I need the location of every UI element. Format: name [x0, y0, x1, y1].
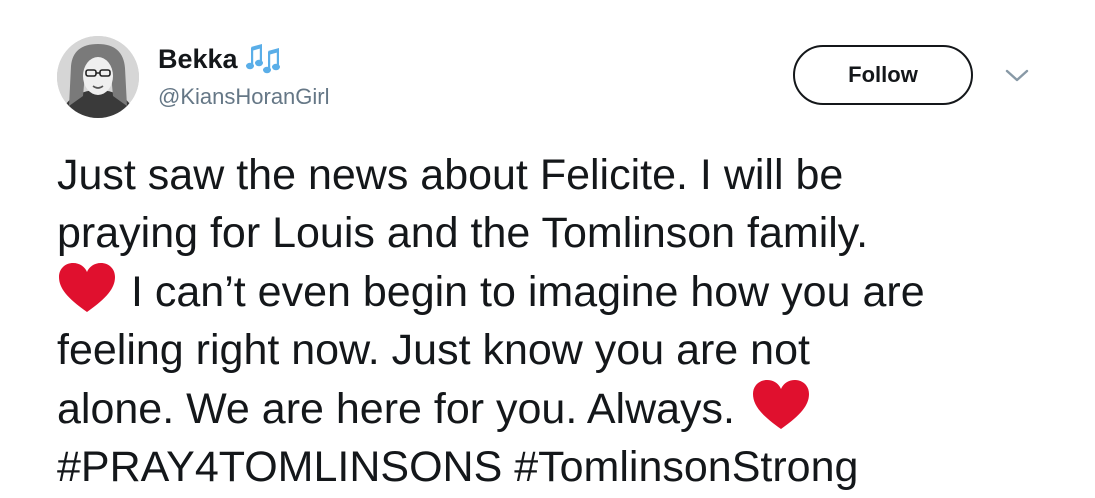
avatar[interactable]	[57, 36, 139, 118]
tweet-line-text: alone. We are here for you. Always.	[57, 385, 736, 433]
tweet-text: Just saw the news about Felicite. I will…	[57, 146, 1077, 496]
tweet-line: feeling right now. Just know you are not	[57, 326, 810, 374]
tweet-line: praying for Louis and the Tomlinson fami…	[57, 209, 869, 257]
tweet-card: Bekka @KiansHoranGirl Follow Just saw th…	[0, 0, 1095, 498]
red-heart-emoji	[57, 262, 117, 314]
chevron-down-icon[interactable]	[1004, 66, 1030, 86]
musical-notes-emoji	[245, 43, 280, 75]
hashtag-link[interactable]: #TomlinsonStrong	[514, 443, 858, 491]
red-heart-emoji	[751, 379, 811, 431]
user-handle[interactable]: @KiansHoranGirl	[158, 84, 330, 110]
follow-button[interactable]: Follow	[793, 45, 973, 105]
display-name[interactable]: Bekka	[158, 43, 280, 75]
hashtag-link[interactable]: #PRAY4TOMLINSONS	[57, 443, 502, 491]
tweet-line: I can’t even begin to imagine how you ar…	[57, 262, 1077, 321]
display-name-text: Bekka	[158, 43, 238, 74]
tweet-line: Just saw the news about Felicite. I will…	[57, 151, 844, 199]
tweet-line: alone. We are here for you. Always.	[57, 379, 1077, 438]
tweet-line: #PRAY4TOMLINSONS #TomlinsonStrong	[57, 438, 1077, 496]
tweet-line-text: I can’t even begin to imagine how you ar…	[131, 268, 925, 316]
